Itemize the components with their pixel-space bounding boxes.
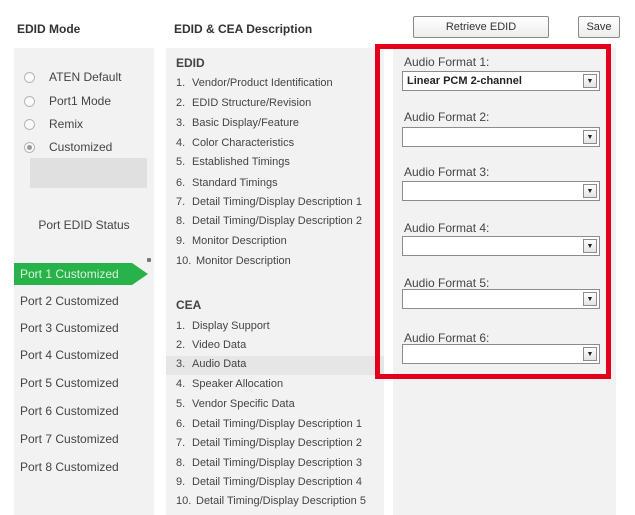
mode-option-label: Customized	[49, 140, 113, 154]
cea-item[interactable]: 9. Detail Timing/Display Description 4	[176, 476, 362, 488]
port-item-7[interactable]: Port 7 Customized	[20, 432, 119, 446]
cea-item[interactable]: 4. Speaker Allocation	[176, 378, 283, 390]
edid-item[interactable]: 8. Detail Timing/Display Description 2	[176, 215, 362, 227]
edid-item[interactable]: 9. Monitor Description	[176, 235, 287, 247]
edid-item[interactable]: 7. Detail Timing/Display Description 1	[176, 196, 362, 208]
port-item-4[interactable]: Port 4 Customized	[20, 348, 119, 362]
cea-item[interactable]: 10. Detail Timing/Display Description 5	[176, 495, 366, 507]
port-item-8[interactable]: Port 8 Customized	[20, 460, 119, 474]
edid-mode-panel: ATEN Default Port1 Mode Remix Customized…	[14, 48, 154, 515]
cea-item[interactable]: 8. Detail Timing/Display Description 3	[176, 457, 362, 469]
mode-option-label: Port1 Mode	[49, 94, 112, 108]
port-item-3[interactable]: Port 3 Customized	[20, 321, 119, 335]
port-item-1-active[interactable]: Port 1 Customized	[14, 263, 148, 285]
mode-option-aten-default[interactable]: ATEN Default	[24, 70, 121, 84]
customized-name-field[interactable]	[30, 158, 147, 188]
radio-checked-icon[interactable]	[24, 141, 35, 153]
edid-item[interactable]: 5. Established Timings	[176, 156, 290, 168]
cea-section-title: CEA	[176, 298, 202, 312]
cea-item[interactable]: 7. Detail Timing/Display Description 2	[176, 437, 362, 449]
port-edid-status-title: Port EDID Status	[38, 218, 130, 232]
mode-option-remix[interactable]: Remix	[24, 117, 83, 131]
edid-cea-description-panel: EDID 1. Vendor/Product Identification 2. E…	[166, 48, 384, 515]
cea-item[interactable]: 1. Display Support	[176, 320, 270, 332]
edid-cea-title: EDID & CEA Description	[174, 22, 313, 36]
mode-option-customized[interactable]: Customized	[24, 140, 112, 154]
port-item-6[interactable]: Port 6 Customized	[20, 404, 119, 418]
port-item-5[interactable]: Port 5 Customized	[20, 376, 119, 390]
radio-icon[interactable]	[24, 95, 35, 107]
audio-format-highlight-box	[375, 44, 611, 379]
edid-item[interactable]: 4. Color Characteristics	[176, 137, 294, 149]
mode-option-label: Remix	[49, 117, 84, 131]
edid-section-title: EDID	[176, 56, 205, 70]
mode-option-port1[interactable]: Port1 Mode	[24, 94, 111, 108]
edid-item[interactable]: 6. Standard Timings	[176, 177, 278, 189]
cea-item[interactable]: 6. Detail Timing/Display Description 1	[176, 418, 362, 430]
edid-item[interactable]: 1. Vendor/Product Identification	[176, 77, 333, 89]
edid-item[interactable]: 2. EDID Structure/Revision	[176, 97, 311, 109]
save-button[interactable]: Save	[578, 16, 620, 38]
radio-icon[interactable]	[24, 118, 35, 130]
mode-option-label: ATEN Default	[49, 70, 122, 84]
cea-item[interactable]: 2. Video Data	[176, 339, 246, 351]
edid-item[interactable]: 3. Basic Display/Feature	[176, 117, 299, 129]
scroll-marker-icon	[147, 258, 151, 262]
edid-item[interactable]: 10. Monitor Description	[176, 255, 291, 267]
cea-item-selected[interactable]: 3. Audio Data	[166, 356, 384, 375]
radio-icon[interactable]	[24, 71, 35, 83]
port-item-2[interactable]: Port 2 Customized	[20, 294, 119, 308]
cea-item[interactable]: 5. Vendor Specific Data	[176, 398, 295, 410]
retrieve-edid-button[interactable]: Retrieve EDID	[413, 16, 549, 38]
edid-mode-title: EDID Mode	[17, 22, 81, 36]
header-bar: EDID Mode EDID & CEA Description Retriev…	[0, 0, 635, 44]
